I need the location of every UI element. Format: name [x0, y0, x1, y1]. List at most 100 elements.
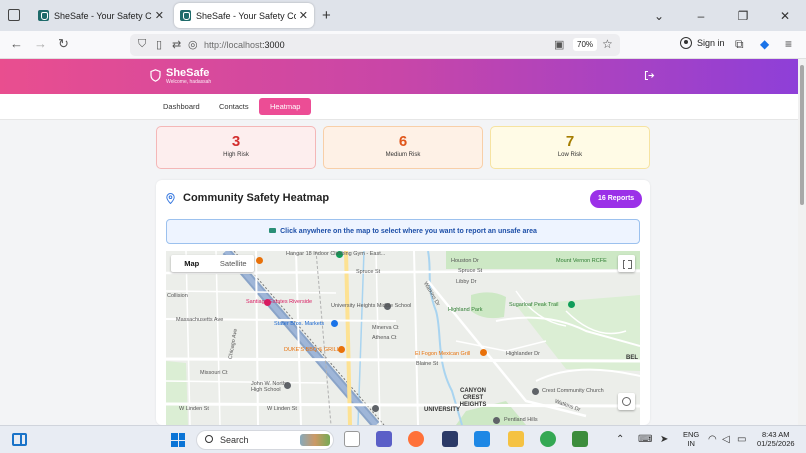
map-label: El Fogon Mexican Grill [415, 351, 471, 357]
windows-taskbar: Search ⌃ ⌨ ➤ ENG IN ◠ ◁ ▭ 8:43 AM 01/25/… [0, 425, 806, 453]
map-label: Mount Vernon RCFE [556, 258, 607, 264]
teams-icon[interactable] [376, 431, 392, 447]
location-icon[interactable]: ◎ [188, 38, 198, 51]
chevron-down-icon[interactable]: ⌄ [638, 9, 680, 23]
poi-marker[interactable] [256, 257, 263, 264]
volume-icon[interactable]: ◁ [722, 434, 730, 445]
clock-date: 01/25/2026 [757, 439, 795, 448]
map-label: W Linden St [179, 406, 209, 412]
map-icon [269, 228, 277, 233]
send-icon[interactable]: ➤ [660, 434, 668, 445]
tab-heatmap[interactable]: Heatmap [259, 98, 312, 115]
menu-icon[interactable]: ≡ [785, 37, 792, 51]
browser-nav-bar: ← → ↻ ⛉ ▯ ⇄ ◎ http://localhost:3000 ▣ 70… [0, 31, 806, 59]
tab-dashboard[interactable]: Dashboard [152, 98, 211, 115]
poi-marker[interactable] [331, 320, 338, 327]
map-label: Minerva Ct [372, 325, 399, 331]
close-icon[interactable]: ✕ [299, 9, 308, 22]
close-window-icon[interactable]: ✕ [764, 9, 806, 23]
poi-marker[interactable] [493, 417, 500, 424]
heatmap-title: Community Safety Heatmap [166, 192, 329, 204]
scrollbar-thumb[interactable] [800, 65, 804, 205]
clock[interactable]: 8:43 AM 01/25/2026 [757, 430, 795, 448]
poi-marker[interactable] [568, 301, 575, 308]
location-pin-icon [166, 192, 175, 204]
map-label: Santiago Estates Riverside [246, 299, 313, 305]
app-header: SheSafe Welcome, hadassah [0, 59, 798, 94]
windows-start-icon[interactable] [171, 433, 185, 447]
language-indicator[interactable]: ENG IN [683, 430, 699, 448]
permissions-icon[interactable]: ⇄ [172, 38, 181, 51]
search-icon [205, 435, 213, 443]
browser-tab-active[interactable]: SheSafe - Your Safety Companion ✕ [174, 3, 314, 28]
taskbar-search[interactable]: Search [196, 430, 334, 450]
stat-value: 7 [565, 133, 575, 150]
extension-icon[interactable]: ◆ [760, 37, 769, 51]
shield-favicon-icon [38, 10, 49, 21]
chrome-icon[interactable] [540, 431, 556, 447]
wifi-icon[interactable]: ◠ [708, 434, 717, 445]
stat-value: 6 [398, 133, 408, 150]
app-icon[interactable] [572, 431, 588, 447]
widgets-icon[interactable] [12, 433, 27, 446]
instruction-banner: Click anywhere on the map to select wher… [166, 219, 640, 244]
keyboard-icon[interactable]: ⌨ [638, 434, 652, 445]
reload-icon[interactable]: ↻ [58, 36, 69, 52]
map-label: Highlander Dr [506, 351, 540, 357]
restore-icon[interactable]: ❐ [722, 9, 764, 23]
search-placeholder: Search [220, 435, 249, 445]
brand-name: SheSafe [166, 67, 210, 79]
page-scrollbar[interactable] [798, 59, 806, 425]
shield-icon[interactable]: ⛉ [138, 38, 146, 51]
poi-marker[interactable] [372, 405, 379, 412]
my-location-icon[interactable] [618, 393, 635, 410]
minimize-icon[interactable]: – [680, 9, 722, 23]
sign-in-button[interactable]: Sign in [680, 37, 725, 49]
shield-icon [150, 69, 161, 82]
back-arrow-icon[interactable]: ← [10, 36, 23, 51]
url-bar[interactable]: ⛉ ▯ ⇄ ◎ http://localhost:3000 ▣ 70% ☆ [130, 34, 620, 56]
map-label: Athena Ct [372, 335, 397, 341]
tab-title: SheSafe - Your Safety Companion [54, 10, 152, 21]
fullscreen-icon[interactable] [618, 255, 635, 272]
shield-favicon-icon [180, 10, 191, 21]
browser-tab-bar: SheSafe - Your Safety Companion ✕ SheSaf… [0, 0, 806, 31]
map-label: Blaine St [416, 361, 439, 367]
close-icon[interactable]: ✕ [155, 9, 164, 22]
brand[interactable]: SheSafe Welcome, hadassah [150, 67, 211, 86]
tab-contacts[interactable]: Contacts [208, 98, 260, 115]
star-icon[interactable]: ☆ [602, 37, 613, 51]
file-explorer-icon[interactable] [508, 431, 524, 447]
firefox-icon[interactable] [408, 431, 424, 447]
forward-arrow-icon[interactable]: → [34, 36, 47, 51]
map-label: DUKE'S BBQ & GRILL [284, 347, 340, 353]
chevron-up-icon[interactable]: ⌃ [616, 434, 624, 445]
stat-medium-risk: 6 Medium Risk [323, 126, 483, 169]
task-view-icon[interactable] [344, 431, 360, 447]
logout-icon[interactable] [644, 70, 655, 81]
url-text[interactable]: http://localhost:3000 [204, 40, 285, 50]
extensions-icon[interactable]: ⧉ [735, 37, 744, 52]
window-controls: ⌄ – ❐ ✕ [638, 0, 806, 31]
map-canvas[interactable]: Map Satellite Hangar 18 Indoor Climbing … [166, 251, 640, 425]
map-label: Stater Bros. Markets [274, 321, 325, 327]
tab-list-icon[interactable] [8, 9, 20, 21]
welcome-text: Welcome, hadassah [166, 79, 212, 85]
reader-view-icon[interactable]: ▣ [554, 38, 564, 51]
map-label: Hangar 18 Indoor Climbing Gym - East... [286, 251, 386, 257]
map-label: John W. North High School [251, 381, 286, 393]
map-label: BEL [626, 355, 638, 361]
map-label: Crest Community Church [542, 388, 604, 394]
poi-marker[interactable] [532, 388, 539, 395]
map-type-satellite[interactable]: Satellite [213, 255, 255, 272]
browser-tab[interactable]: SheSafe - Your Safety Companion ✕ [32, 3, 170, 28]
map-type-map[interactable]: Map [171, 255, 213, 272]
store-icon[interactable] [442, 431, 458, 447]
zoom-level[interactable]: 70% [573, 38, 598, 51]
poi-marker[interactable] [480, 349, 487, 356]
battery-icon[interactable]: ▭ [737, 434, 746, 445]
stat-high-risk: 3 High Risk [156, 126, 316, 169]
vscode-icon[interactable] [474, 431, 490, 447]
language-code: ENG [683, 430, 700, 439]
new-tab-button[interactable]: + [322, 7, 331, 24]
